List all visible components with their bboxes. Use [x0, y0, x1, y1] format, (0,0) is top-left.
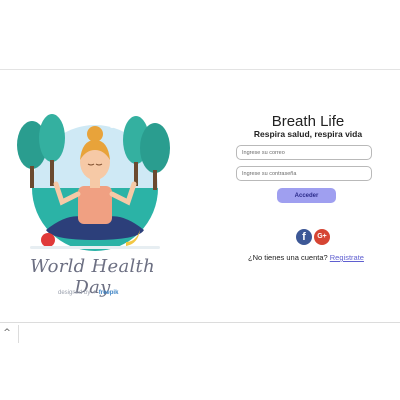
- facebook-icon[interactable]: f: [296, 229, 312, 245]
- freepik-logo-icon: ✦: [92, 290, 99, 296]
- brand-title: Breath Life: [271, 113, 345, 130]
- signup-prompt: ¿No tienes una cuenta? Registrate: [220, 253, 392, 262]
- credit-text: designed by: [58, 290, 91, 296]
- credit-brand: freepik: [98, 290, 119, 296]
- bottom-bar: ^: [0, 322, 400, 345]
- google-plus-icon[interactable]: G+: [314, 229, 330, 245]
- email-field[interactable]: [236, 145, 372, 160]
- freepik-credit: designed by ✦ freepik: [58, 289, 118, 296]
- brand-tagline: Respira salud, respira vida: [253, 129, 363, 139]
- signup-prompt-text: ¿No tienes una cuenta?: [248, 253, 328, 262]
- bar-divider: [18, 325, 19, 343]
- top-divider: [0, 69, 400, 70]
- login-button[interactable]: Acceder: [277, 188, 336, 203]
- page: World Health Day designed by ✦ freepik B…: [0, 0, 400, 400]
- apple: [41, 233, 55, 247]
- password-field[interactable]: [236, 166, 372, 181]
- chevron-up-icon[interactable]: ^: [2, 328, 12, 338]
- signup-link[interactable]: Registrate: [330, 253, 364, 262]
- meditation-illustration: [17, 114, 170, 251]
